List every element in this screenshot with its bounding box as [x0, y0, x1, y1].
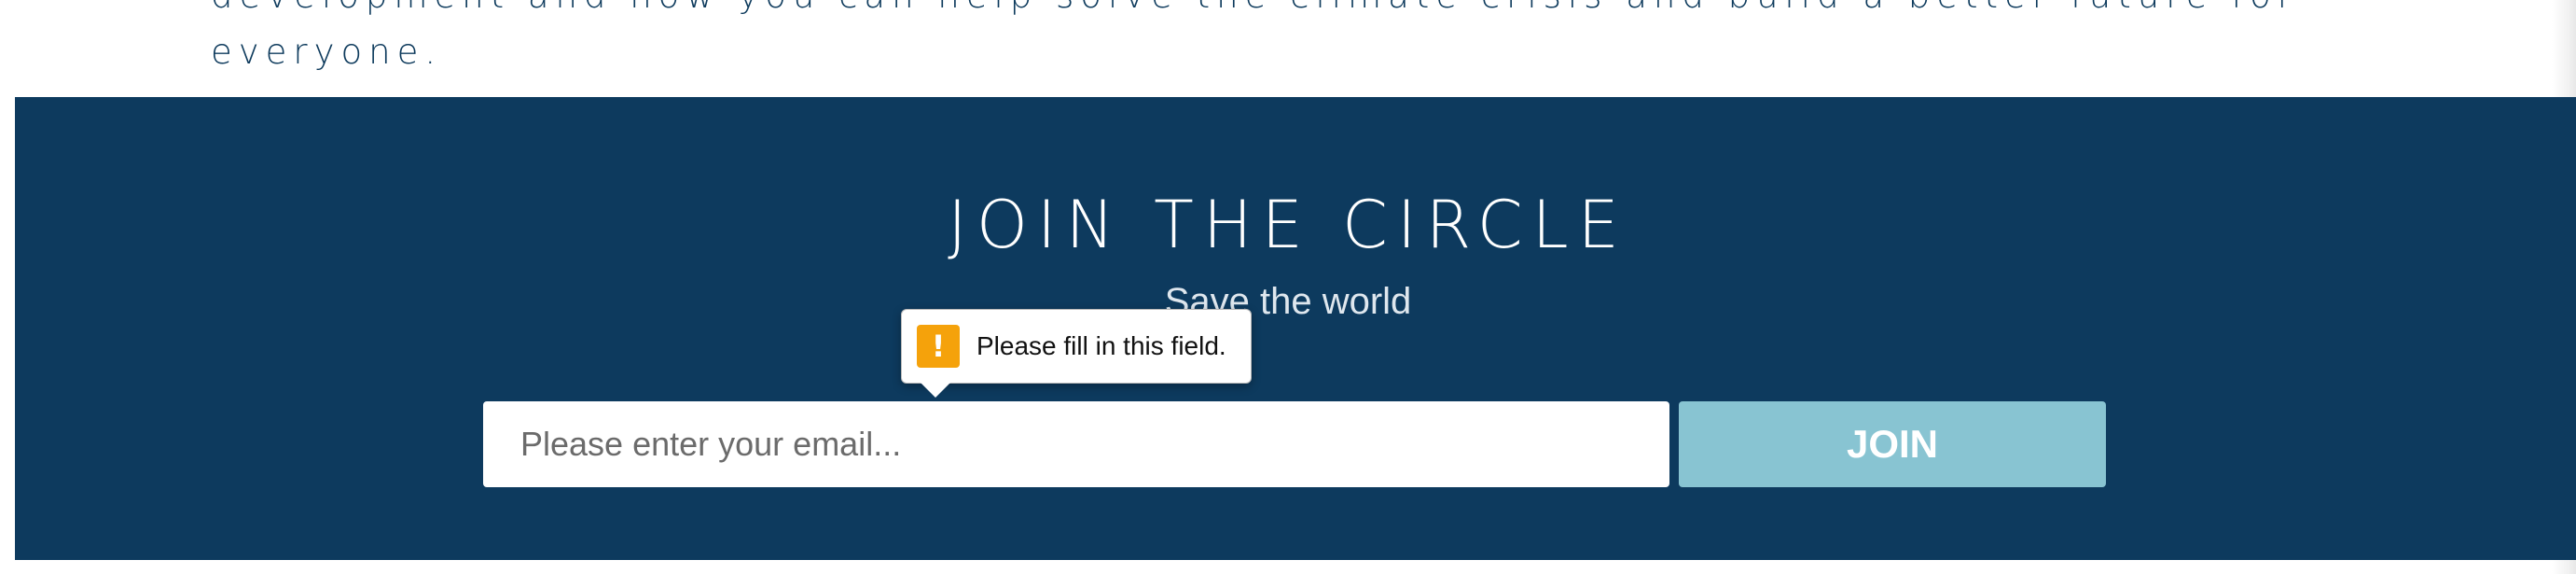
- intro-line-1: development and how you can help solve t…: [211, 0, 2431, 24]
- email-input[interactable]: [483, 401, 1669, 487]
- signup-subtitle: Save the world: [1164, 281, 1412, 322]
- validation-message: Please fill in this field.: [976, 331, 1226, 360]
- validation-tooltip: ! Please fill in this field.: [901, 309, 1252, 398]
- join-button[interactable]: JOIN: [1679, 401, 2106, 487]
- warning-icon: !: [917, 325, 960, 368]
- intro-line-2: everyone.: [211, 32, 443, 72]
- newsletter-signup-section: [15, 97, 2576, 560]
- intro-paragraph: development and how you can help solve t…: [211, 0, 2431, 80]
- signup-title: JOIN THE CIRCLE: [948, 187, 1628, 263]
- tooltip-arrow: [921, 383, 950, 398]
